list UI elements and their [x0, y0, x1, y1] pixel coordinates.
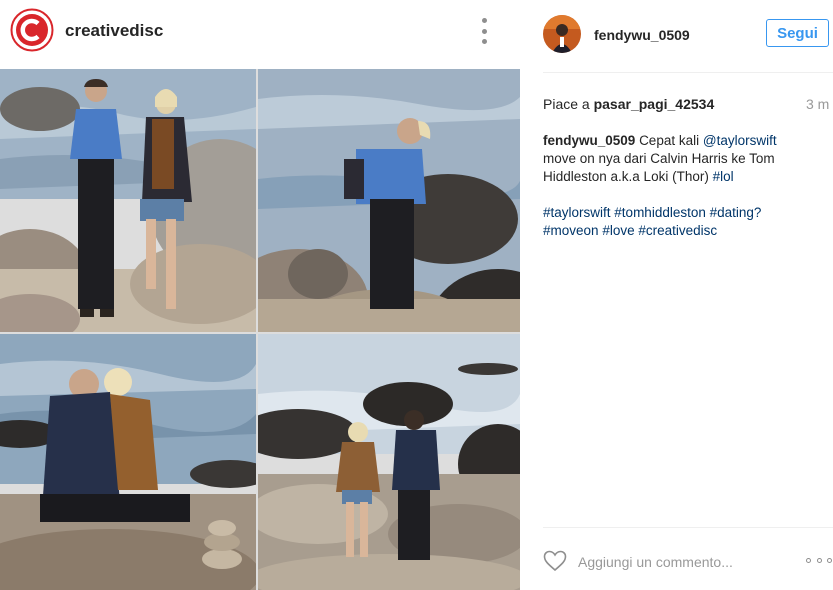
photo-couple-kissing-shore [0, 334, 256, 590]
caption-text: move on nya dari Calvin Harris ke Tom Hi… [543, 151, 775, 184]
heart-icon[interactable] [543, 550, 567, 572]
post-photo-collage[interactable] [0, 69, 520, 590]
creativedisc-logo-icon[interactable] [10, 8, 54, 52]
hashtag-link[interactable]: #taylorswift [543, 205, 611, 220]
hashtag-link[interactable]: #moveon [543, 223, 599, 238]
photo-couple-walking-rocks [0, 69, 256, 332]
hashtag-link[interactable]: #creativedisc [638, 223, 717, 238]
post-caption: fendywu_0509 Cepat kali @taylorswift mov… [543, 132, 813, 240]
poster-username[interactable]: fendywu_0509 [594, 27, 690, 43]
divider [543, 527, 833, 528]
likes-prefix: Piace a [543, 96, 590, 112]
divider [543, 72, 833, 73]
hashtag-link[interactable]: #dating? [710, 205, 762, 220]
follow-button[interactable]: Segui [766, 19, 829, 47]
likes-line: Piace a pasar_pagi_42534 [543, 96, 714, 112]
more-options-icon[interactable] [806, 558, 832, 564]
comment-input[interactable] [578, 552, 778, 572]
liker-username[interactable]: pasar_pagi_42534 [594, 96, 715, 112]
hashtag-link[interactable]: #tomhiddleston [614, 205, 706, 220]
hashtag-link[interactable]: #lol [713, 169, 734, 184]
hashtag-list: #taylorswift #tomhiddleston #dating? #mo… [543, 204, 813, 240]
photo-couple-embracing-rocks [258, 69, 520, 332]
photo-couple-walking-away [258, 334, 520, 590]
avatar[interactable] [543, 15, 581, 53]
hashtag-link[interactable]: #love [602, 223, 634, 238]
mention-link[interactable]: @taylorswift [703, 133, 777, 148]
caption-username[interactable]: fendywu_0509 [543, 133, 635, 148]
more-vertical-icon[interactable] [478, 18, 490, 44]
caption-text: Cepat kali [639, 133, 700, 148]
post-time[interactable]: 3 m [806, 96, 829, 112]
page-username[interactable]: creativedisc [65, 21, 163, 41]
